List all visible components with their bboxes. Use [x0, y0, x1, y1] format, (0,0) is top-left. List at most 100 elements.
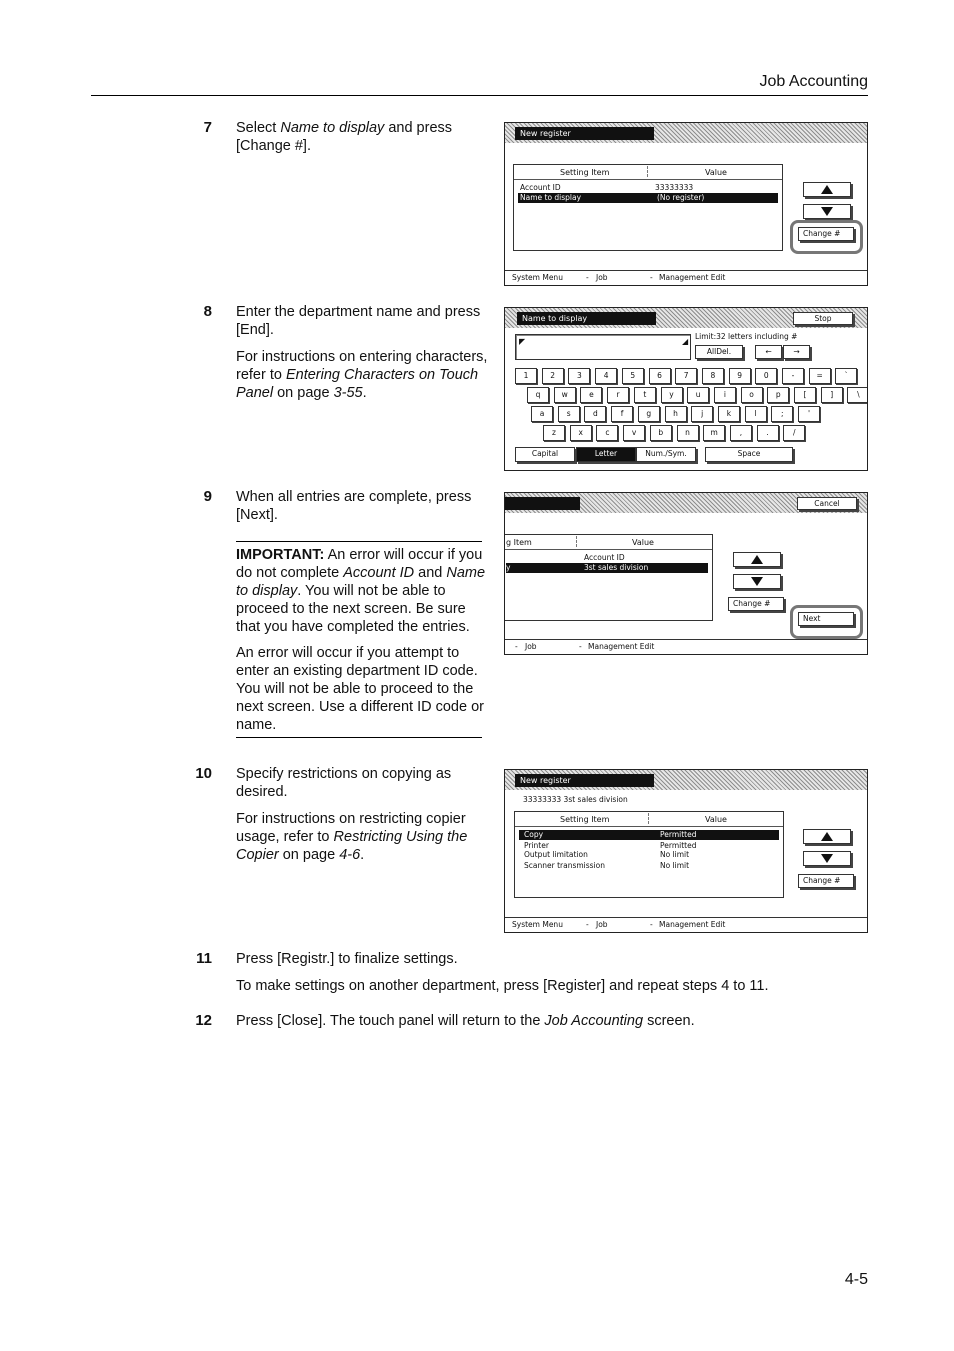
- cursor-right-button[interactable]: →: [783, 345, 810, 359]
- key-2-0[interactable]: a: [531, 406, 553, 422]
- key-2-7[interactable]: k: [717, 406, 740, 422]
- row-value: Permitted: [660, 830, 697, 839]
- key-1-11[interactable]: ]: [820, 387, 843, 403]
- key-1-1[interactable]: w: [553, 387, 576, 403]
- key-0-11[interactable]: =: [808, 368, 831, 384]
- scroll-down-button[interactable]: [733, 574, 781, 589]
- key-3-9[interactable]: /: [783, 425, 806, 441]
- key-2-9[interactable]: ;: [771, 406, 794, 422]
- key-0-0[interactable]: 1: [515, 368, 537, 384]
- key-2-8[interactable]: l: [744, 406, 767, 422]
- important-rule-top: [236, 541, 482, 542]
- key-1-0[interactable]: q: [527, 387, 549, 403]
- scroll-down-button[interactable]: [803, 204, 851, 219]
- scroll-up-button[interactable]: [733, 552, 781, 567]
- row-value: (No register): [657, 193, 705, 202]
- crumb: Job: [596, 273, 608, 282]
- list-item-selected[interactable]: Name to display (No register): [518, 193, 778, 203]
- key-3-4[interactable]: b: [649, 425, 672, 441]
- key-0-2[interactable]: 3: [568, 368, 591, 384]
- key-0-6[interactable]: 7: [675, 368, 698, 384]
- name-input[interactable]: ◤ ◢: [515, 334, 691, 360]
- cursor-left-button[interactable]: ←: [755, 345, 782, 359]
- key-1-3[interactable]: r: [607, 387, 630, 403]
- alldel-button[interactable]: AllDel.: [695, 345, 743, 359]
- list-item-selected[interactable]: y 3st sales division: [506, 563, 708, 573]
- key-0-8[interactable]: 9: [728, 368, 751, 384]
- key-1-2[interactable]: e: [580, 387, 603, 403]
- list-item-selected[interactable]: Copy Permitted: [519, 830, 779, 840]
- list-item[interactable]: Output limitation No limit: [519, 850, 779, 859]
- key-1-6[interactable]: u: [687, 387, 710, 403]
- col-setting-item: g Item: [506, 538, 532, 547]
- screen-restrictions: New register 33333333 3st sales division…: [504, 769, 868, 933]
- key-2-2[interactable]: d: [584, 406, 607, 422]
- stop-button[interactable]: Stop: [793, 312, 853, 325]
- resize-icon: ◢: [682, 337, 689, 346]
- list-header: Setting Item Value: [515, 812, 783, 827]
- list-item[interactable]: Printer Permitted: [519, 841, 779, 850]
- arrow-right-icon: →: [793, 347, 800, 356]
- mode-letter-button[interactable]: Letter: [576, 447, 636, 462]
- list-item[interactable]: Account ID: [506, 553, 708, 563]
- space-button[interactable]: Space: [705, 447, 793, 462]
- scroll-down-button[interactable]: [803, 851, 851, 866]
- key-3-3[interactable]: v: [623, 425, 646, 441]
- key-1-5[interactable]: y: [660, 387, 683, 403]
- key-0-7[interactable]: 8: [701, 368, 724, 384]
- key-1-7[interactable]: i: [713, 387, 736, 403]
- triangle-up-icon: [751, 555, 763, 564]
- key-2-1[interactable]: s: [557, 406, 580, 422]
- key-0-9[interactable]: 0: [755, 368, 778, 384]
- row-value: Permitted: [660, 841, 697, 850]
- change-number-button[interactable]: Change #: [798, 227, 854, 241]
- key-2-3[interactable]: f: [611, 406, 634, 422]
- crumb-sep: -: [586, 920, 589, 929]
- key-2-5[interactable]: h: [664, 406, 687, 422]
- key-0-5[interactable]: 6: [648, 368, 671, 384]
- key-0-12[interactable]: `: [835, 368, 858, 384]
- step-text: Enter the department name and press [End…: [236, 304, 481, 338]
- crumb: System Menu: [512, 273, 563, 282]
- key-2-4[interactable]: g: [637, 406, 660, 422]
- mode-capital-button[interactable]: Capital: [515, 447, 575, 462]
- scroll-up-button[interactable]: [803, 829, 851, 844]
- col-setting-item: Setting Item: [560, 815, 610, 824]
- key-1-12[interactable]: \: [847, 387, 867, 403]
- key-3-0[interactable]: z: [543, 425, 565, 441]
- key-1-9[interactable]: p: [767, 387, 790, 403]
- step-text: Press [Registr.] to finalize settings.: [236, 951, 458, 967]
- key-0-4[interactable]: 5: [621, 368, 644, 384]
- next-button[interactable]: Next: [798, 612, 854, 626]
- key-2-6[interactable]: j: [691, 406, 714, 422]
- change-number-button[interactable]: Change #: [798, 874, 854, 888]
- row-item: Account ID: [520, 183, 561, 192]
- key-1-4[interactable]: t: [633, 387, 656, 403]
- key-0-10[interactable]: -: [782, 368, 804, 384]
- step-number: 12: [195, 1012, 212, 1029]
- screen-title: New register: [515, 127, 654, 140]
- scroll-up-button[interactable]: [803, 182, 851, 197]
- key-3-2[interactable]: c: [596, 425, 619, 441]
- key-0-3[interactable]: 4: [595, 368, 618, 384]
- key-3-5[interactable]: n: [676, 425, 699, 441]
- key-0-1[interactable]: 2: [541, 368, 564, 384]
- key-3-8[interactable]: .: [756, 425, 779, 441]
- change-number-button[interactable]: Change #: [728, 597, 784, 611]
- key-3-7[interactable]: ,: [729, 425, 752, 441]
- col-divider: [576, 536, 577, 547]
- breadcrumb: System Menu - Job - Management Edit: [505, 270, 867, 285]
- mode-numsym-button[interactable]: Num./Sym.: [636, 447, 696, 462]
- col-value: Value: [705, 168, 727, 177]
- key-3-1[interactable]: x: [569, 425, 592, 441]
- key-2-10[interactable]: ': [798, 406, 820, 422]
- key-1-8[interactable]: o: [740, 387, 763, 403]
- list-item[interactable]: Account ID 33333333: [518, 183, 778, 193]
- key-1-10[interactable]: [: [794, 387, 816, 403]
- key-3-6[interactable]: m: [703, 425, 726, 441]
- step-note: For instructions on entering characters,…: [236, 349, 488, 401]
- crumb: Management Edit: [659, 920, 726, 929]
- list-item[interactable]: Scanner transmission No limit: [519, 861, 779, 870]
- cancel-button[interactable]: Cancel: [797, 497, 857, 510]
- row-value: No limit: [660, 850, 690, 859]
